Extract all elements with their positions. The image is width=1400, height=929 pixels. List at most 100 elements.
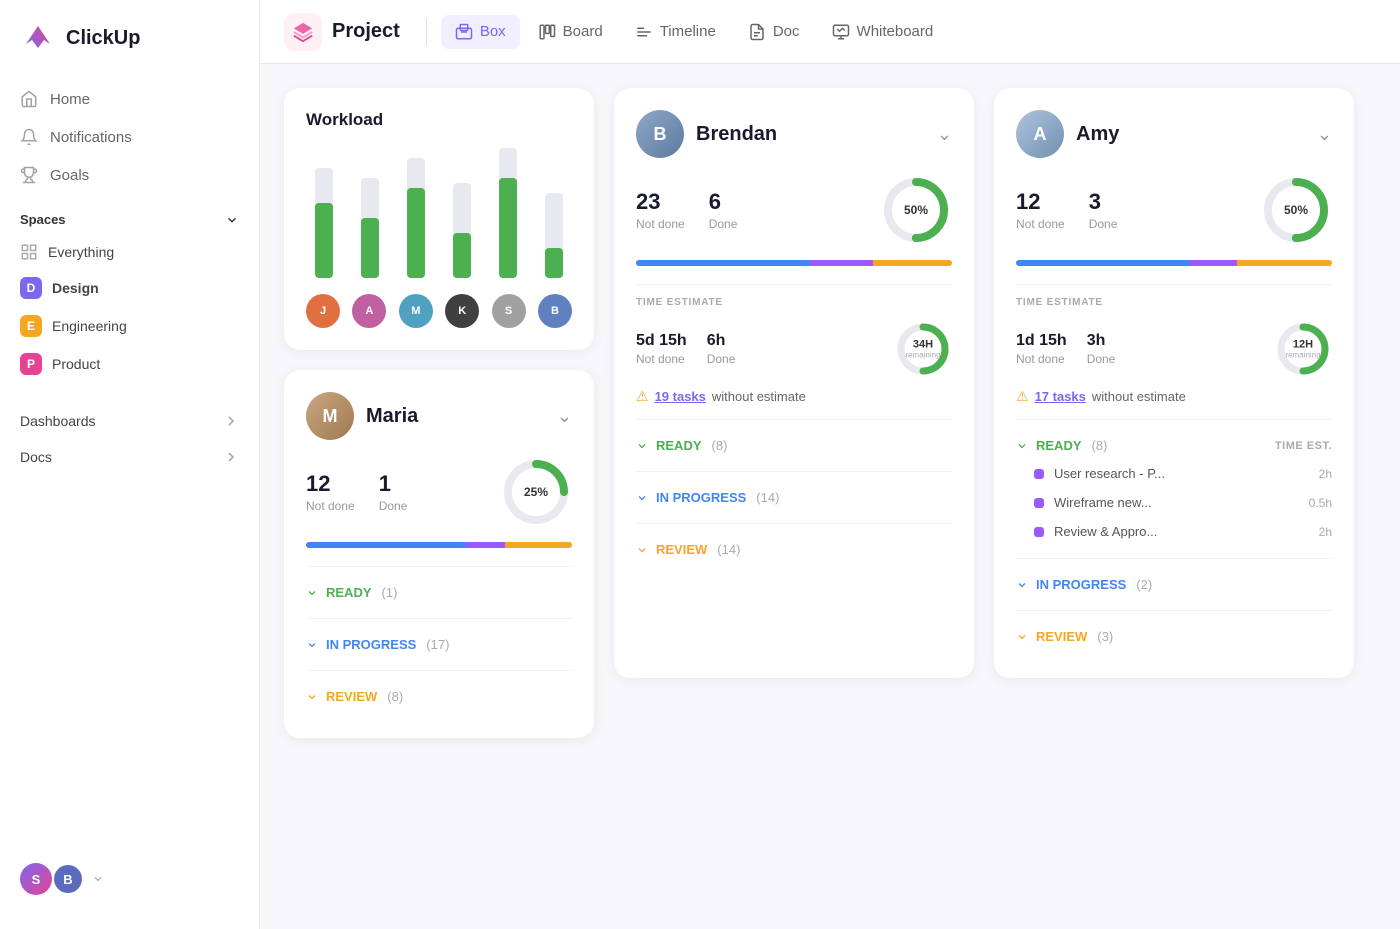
bar-group bbox=[490, 148, 526, 278]
brendan-status-progress: IN PROGRESS (14) bbox=[636, 484, 952, 511]
amy-ready-header[interactable]: READY (8) TIME EST. bbox=[1016, 432, 1332, 459]
task-dot-3 bbox=[1034, 527, 1044, 537]
maria-chevron[interactable]: ⌄ bbox=[557, 406, 572, 427]
brendan-div2 bbox=[636, 471, 952, 472]
amy-ready-count: (8) bbox=[1092, 438, 1108, 453]
avatar-row: JAMKSB bbox=[306, 294, 572, 328]
everything-label: Everything bbox=[48, 244, 114, 260]
maria-header: M Maria ⌄ bbox=[306, 392, 572, 440]
design-badge: D bbox=[20, 277, 42, 299]
brendan-progress-segments bbox=[636, 260, 952, 266]
brendan-card: B Brendan ⌄ 23 Not done 6 Done bbox=[614, 88, 974, 678]
workload-avatar[interactable]: J bbox=[306, 294, 340, 328]
home-label: Home bbox=[50, 91, 90, 108]
maria-not-done: 12 Not done bbox=[306, 471, 355, 513]
amy-status-ready: READY (8) TIME EST. User research - P...… bbox=[1016, 432, 1332, 546]
amy-done-label: Done bbox=[1089, 217, 1118, 231]
brendan-ready-header[interactable]: READY (8) bbox=[636, 432, 952, 459]
amy-review-header[interactable]: REVIEW (3) bbox=[1016, 623, 1332, 650]
bar-group bbox=[444, 183, 480, 278]
bar-wrap bbox=[361, 178, 379, 278]
maria-avatar: M bbox=[306, 392, 354, 440]
task-time-2: 0.5h bbox=[1309, 496, 1332, 510]
maria-donut: 25% bbox=[500, 456, 572, 528]
bar-group bbox=[306, 168, 342, 278]
workload-avatar[interactable]: B bbox=[538, 294, 572, 328]
brendan-time-notdone-label: Not done bbox=[636, 352, 687, 366]
sidebar-item-design[interactable]: D Design bbox=[0, 269, 259, 307]
brendan-progress-header[interactable]: IN PROGRESS (14) bbox=[636, 484, 952, 511]
brendan-seg-blue bbox=[636, 260, 810, 266]
task-row-2: Wireframe new... 0.5h bbox=[1016, 488, 1332, 517]
amy-warning: ⚠ 17 tasks without estimate bbox=[1016, 388, 1332, 405]
workload-avatar[interactable]: K bbox=[445, 294, 479, 328]
sidebar-item-everything[interactable]: Everything bbox=[0, 235, 259, 269]
task-name-3[interactable]: Review & Appro... bbox=[1054, 524, 1309, 539]
tab-box[interactable]: Box bbox=[441, 15, 520, 49]
bar-wrap bbox=[407, 158, 425, 278]
bar-chart bbox=[306, 148, 572, 278]
amy-status-review: REVIEW (3) bbox=[1016, 623, 1332, 650]
sidebar-item-notifications[interactable]: Notifications bbox=[0, 118, 259, 156]
maria-ready-header[interactable]: READY (1) bbox=[306, 579, 572, 606]
amy-not-done-label: Not done bbox=[1016, 217, 1065, 231]
amy-not-done-count: 12 bbox=[1016, 189, 1065, 215]
sidebar-item-goals[interactable]: Goals bbox=[0, 156, 259, 194]
tab-board[interactable]: Board bbox=[524, 15, 617, 49]
amy-progress-header[interactable]: IN PROGRESS (2) bbox=[1016, 571, 1332, 598]
amy-donut2-sub: remaining bbox=[1285, 351, 1320, 360]
amy-not-done: 12 Not done bbox=[1016, 189, 1065, 231]
amy-chevron[interactable]: ⌄ bbox=[1317, 124, 1332, 145]
brendan-chevron[interactable]: ⌄ bbox=[937, 124, 952, 145]
sidebar-item-engineering[interactable]: E Engineering bbox=[0, 307, 259, 345]
logo: ClickUp bbox=[0, 20, 259, 80]
tab-whiteboard-label: Whiteboard bbox=[857, 23, 934, 40]
workload-avatar[interactable]: S bbox=[492, 294, 526, 328]
chevron-amy-progress-icon bbox=[1016, 579, 1028, 591]
tab-timeline[interactable]: Timeline bbox=[621, 15, 730, 49]
workload-avatar[interactable]: M bbox=[399, 294, 433, 328]
sidebar-item-home[interactable]: Home bbox=[0, 80, 259, 118]
trophy-icon bbox=[20, 166, 38, 184]
user-footer[interactable]: S B bbox=[0, 849, 259, 909]
sidebar-item-product[interactable]: P Product bbox=[0, 345, 259, 383]
chevron-amy-review-icon bbox=[1016, 631, 1028, 643]
brendan-review-header[interactable]: REVIEW (14) bbox=[636, 536, 952, 563]
amy-div0 bbox=[1016, 284, 1332, 285]
brendan-stats-row: 23 Not done 6 Done 50% bbox=[636, 174, 952, 246]
chevron-down-icon[interactable] bbox=[225, 213, 239, 227]
project-icon bbox=[292, 21, 314, 43]
brendan-time-done: 6h Done bbox=[707, 332, 736, 366]
tab-doc[interactable]: Doc bbox=[734, 15, 814, 49]
goals-label: Goals bbox=[50, 167, 89, 184]
amy-warning-count[interactable]: 17 tasks bbox=[1035, 389, 1086, 404]
workload-avatar[interactable]: A bbox=[352, 294, 386, 328]
maria-seg-yellow bbox=[505, 542, 572, 548]
brendan-time-notdone-val: 5d 15h bbox=[636, 332, 687, 350]
bar-fill bbox=[453, 233, 471, 278]
timeline-icon bbox=[635, 23, 653, 41]
sidebar-item-docs[interactable]: Docs bbox=[0, 439, 259, 475]
amy-donut-wrap: 50% bbox=[1260, 174, 1332, 246]
amy-time-row: 1d 15h Not done 3h Done bbox=[1016, 320, 1332, 378]
amy-done: 3 Done bbox=[1089, 189, 1118, 231]
bar-fill bbox=[361, 218, 379, 278]
task-dot-2 bbox=[1034, 498, 1044, 508]
product-badge: P bbox=[20, 353, 42, 375]
task-name-2[interactable]: Wireframe new... bbox=[1054, 495, 1299, 510]
brendan-div3 bbox=[636, 523, 952, 524]
maria-ready-count: (1) bbox=[382, 585, 398, 600]
amy-donut2: 12H remaining bbox=[1274, 320, 1332, 378]
sidebar-item-dashboards[interactable]: Dashboards bbox=[0, 403, 259, 439]
maria-review-header[interactable]: REVIEW (8) bbox=[306, 683, 572, 710]
maria-name: Maria bbox=[366, 405, 418, 428]
amy-warning-text: without estimate bbox=[1092, 389, 1186, 404]
maria-progress-header[interactable]: IN PROGRESS (17) bbox=[306, 631, 572, 658]
amy-seg-blue bbox=[1016, 260, 1190, 266]
task-name-1[interactable]: User research - P... bbox=[1054, 466, 1309, 481]
tab-whiteboard[interactable]: Whiteboard bbox=[818, 15, 948, 49]
brendan-warning-count[interactable]: 19 tasks bbox=[655, 389, 706, 404]
brendan-time-done-val: 6h bbox=[707, 332, 736, 350]
amy-donut2-label-wrap: 12H remaining bbox=[1285, 339, 1320, 360]
brendan-status-ready: READY (8) bbox=[636, 432, 952, 459]
